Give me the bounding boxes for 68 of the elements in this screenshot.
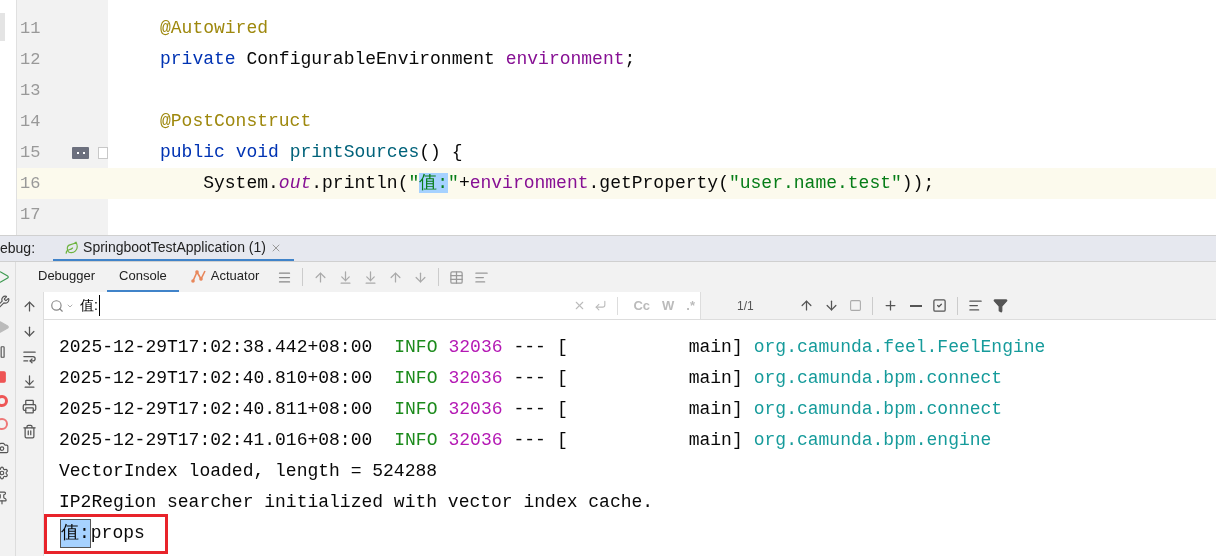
log-bracket: [ [556,367,568,390]
log-separator: --- [513,367,546,390]
log-bracket: [ [556,336,568,359]
wrench-icon [0,295,10,309]
process-id: 32036 [448,398,503,421]
gutter-icon[interactable] [71,146,90,159]
select-occurrences-icon [932,298,947,313]
menu-icon [277,269,293,285]
log-timestamp: 2025-12-29T17:02:40.810+08:00 [59,367,373,390]
resume-icon [0,270,10,284]
print-icon [22,399,37,414]
logger-name: org.camunda.bpm.connect [753,367,1003,390]
line-number: 12 [19,48,42,71]
spring-icon [65,240,80,255]
match-count: 1/1 [737,297,755,315]
trash-icon [22,424,37,439]
play-icon [0,320,10,334]
next-match-icon [824,298,839,313]
scroll-to-end-icon [22,374,37,389]
search-icon [50,298,64,313]
remove-occurrence-icon[interactable] [910,304,922,307]
fold-marker[interactable] [98,146,108,159]
previous-match-icon [799,298,814,313]
add-occurrence-icon [883,298,898,313]
log-level: INFO [394,429,438,452]
log-bracket: [ [556,398,568,421]
thread-name: main] [688,336,743,359]
logger-name: org.camunda.feel.FeelEngine [753,336,1046,359]
filter-icon [993,298,1008,313]
log-separator: --- [513,429,546,452]
log-level: INFO [394,398,438,421]
process-id: 32036 [448,429,503,452]
thread-name: main] [688,429,743,452]
log-level: INFO [394,336,438,359]
line-number: 17 [19,203,42,226]
log-bracket: [ [556,429,568,452]
log-timestamp: 2025-12-29T17:02:41.016+08:00 [59,429,373,452]
code-line: System.out.println("值:"+environment.getProperty("user.name.test")); [202,172,935,195]
line-number: 14 [19,110,42,133]
process-id: 32036 [448,336,503,359]
console-text: props [90,522,145,545]
thread-name: main] [688,398,743,421]
console-line: IP2Region searcher initialized with vector index cache. [59,491,654,514]
newline-icon [594,299,608,312]
log-timestamp: 2025-12-29T17:02:40.811+08:00 [59,398,373,421]
tool-tab[interactable]: Debugger [26,262,108,292]
log-timestamp: 2025-12-29T17:02:38.442+08:00 [59,336,373,359]
console-line: VectorIndex loaded, length = 524288 [59,460,438,483]
soft-wrap-icon [22,349,37,364]
search-match: 值: [60,519,91,548]
log-separator: --- [513,336,546,359]
tool-tab[interactable]: Actuator [178,262,272,292]
line-number: 11 [19,17,42,40]
line-number: 15 [19,141,42,164]
log-level: INFO [394,367,438,390]
code-line: private ConfigurableEnvironment environment; [160,48,636,71]
line-number: 16 [19,172,42,195]
code-line: @PostConstruct [160,110,312,133]
line-number: 13 [19,79,42,102]
code-line: @Autowired [160,17,269,40]
table-icon [449,269,465,285]
process-id: 32036 [448,367,503,390]
thread-name: main] [688,367,743,390]
log-separator: --- [513,398,546,421]
logger-name: org.camunda.bpm.engine [753,429,992,452]
code-line: public void printSources() { [160,141,463,164]
debug-label: ebug: [0,239,36,258]
logger-name: org.camunda.bpm.connect [753,398,1003,421]
